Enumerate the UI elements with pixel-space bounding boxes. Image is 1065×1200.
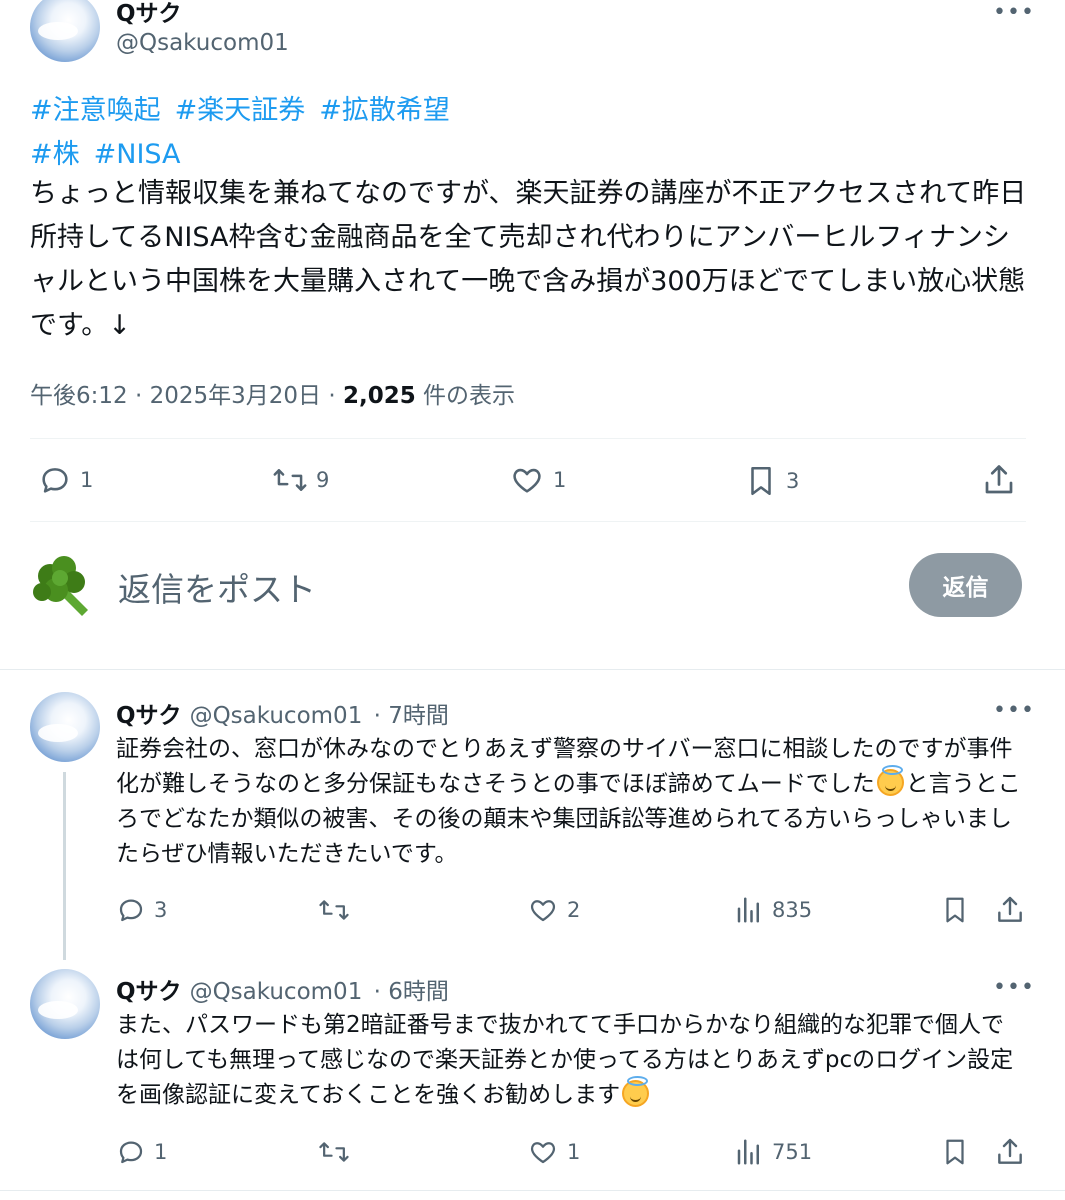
retweet-count: 9 <box>316 468 330 492</box>
meta-separator: · <box>134 383 143 409</box>
author-avatar[interactable] <box>30 0 100 62</box>
broccoli-icon <box>33 556 88 616</box>
analytics-icon <box>737 1139 759 1165</box>
tweet-meta: 午後6:12 · 2025年3月20日 · 2,025 件の表示 <box>30 376 515 410</box>
like-button[interactable]: 1 <box>509 463 566 497</box>
retweet-icon <box>319 1142 349 1162</box>
retweet-button[interactable] <box>318 895 350 925</box>
reply-text: 証券会社の、窓口が休みなのでとりあえず警察のサイバー窓口に相談したのですが事件化… <box>116 732 1026 872</box>
bookmark-icon <box>946 1139 964 1165</box>
like-button[interactable]: 2 <box>527 895 580 925</box>
author-display-name[interactable]: Qサク <box>116 0 182 28</box>
reply-author-name[interactable]: Qサク <box>116 979 182 1005</box>
tweet-date[interactable]: 2025年3月20日 <box>150 383 321 409</box>
reply-button[interactable]: 1 <box>38 463 93 497</box>
reply-author-avatar[interactable] <box>30 969 100 1039</box>
share-button[interactable] <box>994 894 1026 926</box>
view-count: 751 <box>772 1140 813 1164</box>
hashtag-link[interactable]: #NISA <box>94 139 181 170</box>
divider <box>0 669 1065 670</box>
reply-submit-button[interactable]: 返信 <box>909 553 1022 617</box>
view-count-label: 件の表示 <box>423 383 516 409</box>
share-icon <box>985 465 1013 494</box>
hashtag-link[interactable]: #株 <box>30 139 80 170</box>
more-options-icon[interactable]: ••• <box>993 977 1035 999</box>
like-button[interactable]: 1 <box>527 1137 580 1167</box>
thread-connector-line <box>63 772 66 960</box>
reply-icon <box>42 468 68 493</box>
tweet-detail-page: Qサク @Qsakucom01 ••• #注意喚起 #楽天証券 #拡散希望 #株 #N… <box>0 0 1065 1200</box>
heart-icon <box>513 468 541 493</box>
views-button[interactable]: 751 <box>734 1137 812 1167</box>
reply-count: 1 <box>80 468 94 492</box>
hashtag-link[interactable]: #拡散希望 <box>319 95 450 126</box>
more-options-icon[interactable]: ••• <box>993 700 1035 722</box>
divider <box>0 1190 1065 1191</box>
retweet-button[interactable]: 9 <box>272 463 329 497</box>
reply-input[interactable]: 返信をポスト <box>118 563 316 611</box>
hashtag-link[interactable]: #楽天証券 <box>175 95 306 126</box>
retweet-button[interactable] <box>318 1137 350 1167</box>
views-button[interactable]: 835 <box>734 895 812 925</box>
reply-author-handle[interactable]: @Qsakucom01 <box>190 979 363 1005</box>
retweet-icon <box>273 469 307 491</box>
heart-icon <box>530 900 556 922</box>
reply-time[interactable]: · 6時間 <box>374 979 449 1005</box>
bookmark-button[interactable] <box>940 1136 970 1168</box>
meta-separator: · <box>328 383 336 409</box>
analytics-icon <box>737 897 759 923</box>
bookmark-button[interactable] <box>940 894 970 926</box>
bookmark-button[interactable]: 3 <box>744 463 799 499</box>
reply-time[interactable]: · 7時間 <box>374 703 449 729</box>
reply-author-handle[interactable]: @Qsakucom01 <box>190 703 363 729</box>
reply-header: Qサク @Qsakucom01 · 6時間 <box>116 972 449 1006</box>
reply-count: 3 <box>154 898 168 922</box>
share-icon <box>998 896 1022 922</box>
share-button[interactable] <box>994 1136 1026 1168</box>
like-count: 1 <box>553 468 567 492</box>
tweet-text: ちょっと情報収集を兼ねてなのですが、楽天証券の講座が不正アクセスされて昨日所持し… <box>30 178 1027 341</box>
reply-author-avatar[interactable] <box>30 692 100 762</box>
retweet-icon <box>319 900 349 920</box>
bookmark-icon <box>751 466 771 496</box>
view-count: 835 <box>772 898 813 922</box>
reply-icon <box>119 899 143 922</box>
bookmark-icon <box>946 897 964 923</box>
reply-count: 1 <box>154 1140 168 1164</box>
divider <box>30 521 1026 522</box>
more-options-icon[interactable]: ••• <box>993 2 1035 24</box>
like-count: 1 <box>567 1140 581 1164</box>
hashtag-link[interactable]: #注意喚起 <box>30 95 161 126</box>
hashtags-row-2: #株 #NISA <box>30 132 195 171</box>
reply-text-part: また、パスワードも第2暗証番号まで抜かれてて手口からかなり組織的な犯罪で個人では… <box>116 1012 1014 1108</box>
tweet-time[interactable]: 午後6:12 <box>30 383 128 409</box>
reply-header: Qサク @Qsakucom01 · 7時間 <box>116 696 449 730</box>
smiling-face-with-halo-icon <box>622 1076 650 1107</box>
view-count: 2,025 <box>342 383 416 409</box>
bookmark-count: 3 <box>786 469 800 493</box>
like-count: 2 <box>567 898 581 922</box>
reply-button[interactable]: 3 <box>116 895 167 925</box>
reply-button[interactable]: 1 <box>116 1137 167 1167</box>
reply-text: また、パスワードも第2暗証番号まで抜かれてて手口からかなり組織的な犯罪で個人では… <box>116 1008 1026 1113</box>
smiling-face-with-halo-icon <box>876 765 904 796</box>
divider <box>30 438 1026 439</box>
share-icon <box>998 1138 1022 1164</box>
share-button[interactable] <box>981 462 1017 498</box>
hashtags-row-1: #注意喚起 #楽天証券 #拡散希望 <box>30 88 464 127</box>
reply-icon <box>119 1141 143 1164</box>
reply-author-name[interactable]: Qサク <box>116 703 182 729</box>
author-handle[interactable]: @Qsakucom01 <box>116 30 289 56</box>
heart-icon <box>530 1142 556 1164</box>
